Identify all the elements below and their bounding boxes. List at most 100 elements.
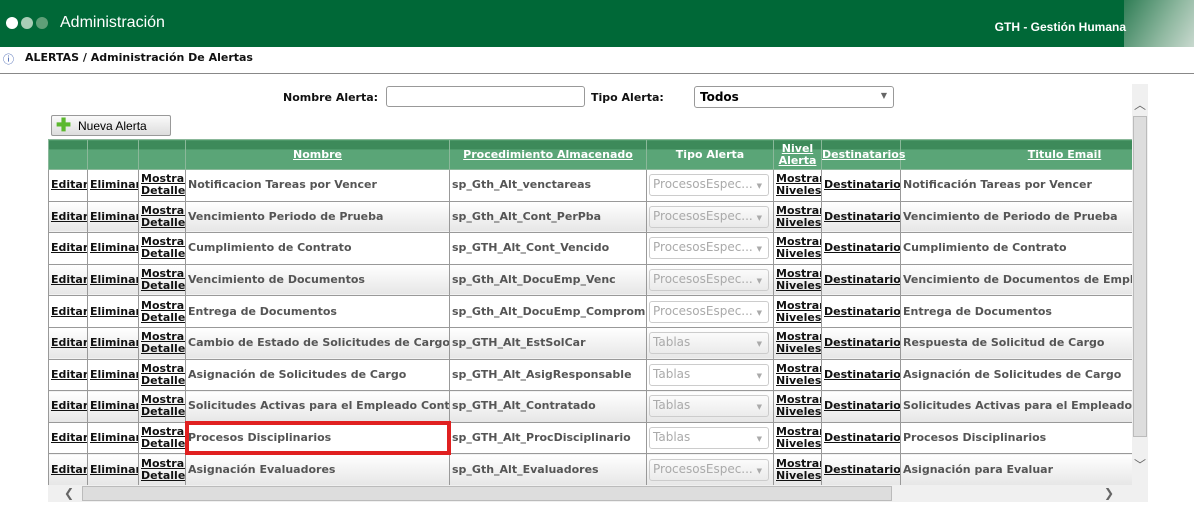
tipo-cell: ProcesosEspec... ▼: [646, 453, 774, 485]
show-detail-link[interactable]: Mostrar Detalle: [141, 299, 185, 324]
vertical-scroll-thumb[interactable]: [1133, 116, 1147, 437]
horizontal-scroll-thumb[interactable]: [82, 486, 892, 501]
column-header[interactable]: Titulo Email: [900, 139, 1132, 170]
tipo-cell: ProcesosEspec... ▼: [646, 200, 774, 234]
recipients-link[interactable]: Destinatarios: [824, 431, 900, 444]
show-detail-link[interactable]: Mostrar Detalle: [141, 425, 185, 450]
delete-link[interactable]: Eliminar: [90, 305, 138, 318]
show-levels-link[interactable]: Mostrar Niveles: [776, 362, 821, 387]
delete-link[interactable]: Eliminar: [90, 336, 138, 349]
detail-cell: Mostrar Detalle: [138, 358, 186, 392]
recipients-link[interactable]: Destinatarios: [824, 210, 900, 223]
edit-link[interactable]: Editar: [51, 399, 87, 412]
edit-link[interactable]: Editar: [51, 431, 87, 444]
tipo-alerta-row-select: ProcesosEspec... ▼: [649, 300, 769, 323]
column-header[interactable]: Nombre: [185, 139, 450, 170]
show-detail-link[interactable]: Mostrar Detalle: [141, 267, 185, 292]
delete-link[interactable]: Eliminar: [90, 273, 138, 286]
nueva-alerta-button[interactable]: ✚ Nueva Alerta: [51, 115, 171, 136]
column-header-label: Nombre: [293, 147, 342, 161]
edit-link[interactable]: Editar: [51, 463, 87, 476]
chevron-down-icon: ▼: [756, 245, 762, 254]
detail-cell: Mostrar Detalle: [138, 169, 186, 202]
edit-link[interactable]: Editar: [51, 210, 87, 223]
recipients-link[interactable]: Destinatarios: [824, 178, 900, 191]
edit-cell: Editar: [48, 200, 88, 234]
scroll-up-icon[interactable]: ︿: [1134, 96, 1146, 113]
recipients-link[interactable]: Destinatarios: [824, 336, 900, 349]
plus-icon: ✚: [56, 115, 72, 135]
chevron-down-icon: ▼: [756, 213, 762, 222]
delete-cell: Eliminar: [87, 358, 139, 392]
recipients-link[interactable]: Destinatarios: [824, 305, 900, 318]
window-dots-icon: [6, 17, 48, 29]
levels-cell: Mostrar Niveles: [773, 390, 822, 423]
scroll-left-icon[interactable]: ❮: [64, 486, 74, 500]
recipients-link[interactable]: Destinatarios: [824, 368, 900, 381]
email-title-cell: Procesos Disciplinarios: [900, 421, 1132, 455]
show-detail-link[interactable]: Mostrar Detalle: [141, 235, 185, 260]
show-levels-link[interactable]: Mostrar Niveles: [776, 299, 821, 324]
recipients-link[interactable]: Destinatarios: [824, 399, 900, 412]
show-levels-link[interactable]: Mostrar Niveles: [776, 267, 821, 292]
recipients-cell: Destinatarios: [821, 421, 901, 455]
recipients-link[interactable]: Destinatarios: [824, 273, 900, 286]
delete-link[interactable]: Eliminar: [90, 210, 138, 223]
delete-link[interactable]: Eliminar: [90, 463, 138, 476]
scroll-down-icon[interactable]: ﹀: [1134, 456, 1146, 473]
nombre-alerta-input[interactable]: [386, 86, 585, 107]
nombre-cell: Procesos Disciplinarios: [184, 421, 451, 455]
chevron-down-icon: ▼: [756, 371, 762, 380]
show-levels-link[interactable]: Mostrar Niveles: [776, 393, 821, 418]
column-header-label: Destinatarios: [822, 147, 906, 161]
show-detail-link[interactable]: Mostrar Detalle: [141, 330, 185, 355]
recipients-link[interactable]: Destinatarios: [824, 241, 900, 254]
edit-link[interactable]: Editar: [51, 178, 87, 191]
levels-cell: Mostrar Niveles: [773, 169, 822, 202]
delete-link[interactable]: Eliminar: [90, 431, 138, 444]
column-header[interactable]: Nivel Alerta: [773, 139, 822, 170]
column-header[interactable]: Destinatarios: [821, 139, 905, 170]
edit-link[interactable]: Editar: [51, 368, 87, 381]
recipients-link[interactable]: Destinatarios: [824, 463, 900, 476]
edit-cell: Editar: [48, 263, 88, 297]
column-header: [87, 139, 139, 170]
delete-link[interactable]: Eliminar: [90, 178, 138, 191]
show-detail-link[interactable]: Mostrar Detalle: [141, 362, 185, 387]
tipo-cell: ProcesosEspec... ▼: [646, 263, 774, 297]
scroll-right-icon[interactable]: ❯: [1104, 486, 1114, 500]
show-levels-link[interactable]: Mostrar Niveles: [776, 425, 821, 450]
tipo-alerta-select[interactable]: Todos ▼: [694, 86, 894, 108]
chevron-down-icon: ▼: [756, 277, 762, 286]
edit-cell: Editar: [48, 390, 88, 423]
delete-link[interactable]: Eliminar: [90, 399, 138, 412]
edit-link[interactable]: Editar: [51, 305, 87, 318]
brand-name: GTH - Gestión Humana: [994, 20, 1126, 34]
nombre-cell: Asignación Evaluadores: [185, 453, 450, 485]
show-detail-link[interactable]: Mostrar Detalle: [141, 204, 185, 229]
column-header[interactable]: Procedimiento Almacenado: [449, 139, 647, 170]
column-header-label: Tipo Alerta: [675, 147, 745, 161]
show-detail-link[interactable]: Mostrar Detalle: [141, 393, 185, 418]
show-detail-link[interactable]: Mostrar Detalle: [141, 172, 185, 197]
delete-link[interactable]: Eliminar: [90, 368, 138, 381]
levels-cell: Mostrar Niveles: [773, 421, 822, 455]
show-levels-link[interactable]: Mostrar Niveles: [776, 204, 821, 229]
show-detail-link[interactable]: Mostrar Detalle: [141, 457, 185, 482]
edit-cell: Editar: [48, 232, 88, 265]
delete-cell: Eliminar: [87, 169, 139, 202]
edit-link[interactable]: Editar: [51, 241, 87, 254]
edit-link[interactable]: Editar: [51, 273, 87, 286]
table-row: Editar Eliminar Mostrar Detalle Procesos Dis…: [48, 421, 1132, 455]
show-levels-link[interactable]: Mostrar Niveles: [776, 235, 821, 260]
show-levels-link[interactable]: Mostrar Niveles: [776, 330, 821, 355]
tipo-alerta-row-select: ProcesosEspec... ▼: [649, 458, 769, 481]
show-levels-link[interactable]: Mostrar Niveles: [776, 172, 821, 197]
delete-cell: Eliminar: [87, 326, 139, 360]
tipo-alerta-row-select: Tablas ▼: [649, 363, 769, 386]
tipo-alerta-row-select: ProcesosEspec... ▼: [649, 205, 769, 228]
edit-link[interactable]: Editar: [51, 336, 87, 349]
show-levels-link[interactable]: Mostrar Niveles: [776, 457, 821, 482]
detail-cell: Mostrar Detalle: [138, 263, 186, 297]
delete-link[interactable]: Eliminar: [90, 241, 138, 254]
